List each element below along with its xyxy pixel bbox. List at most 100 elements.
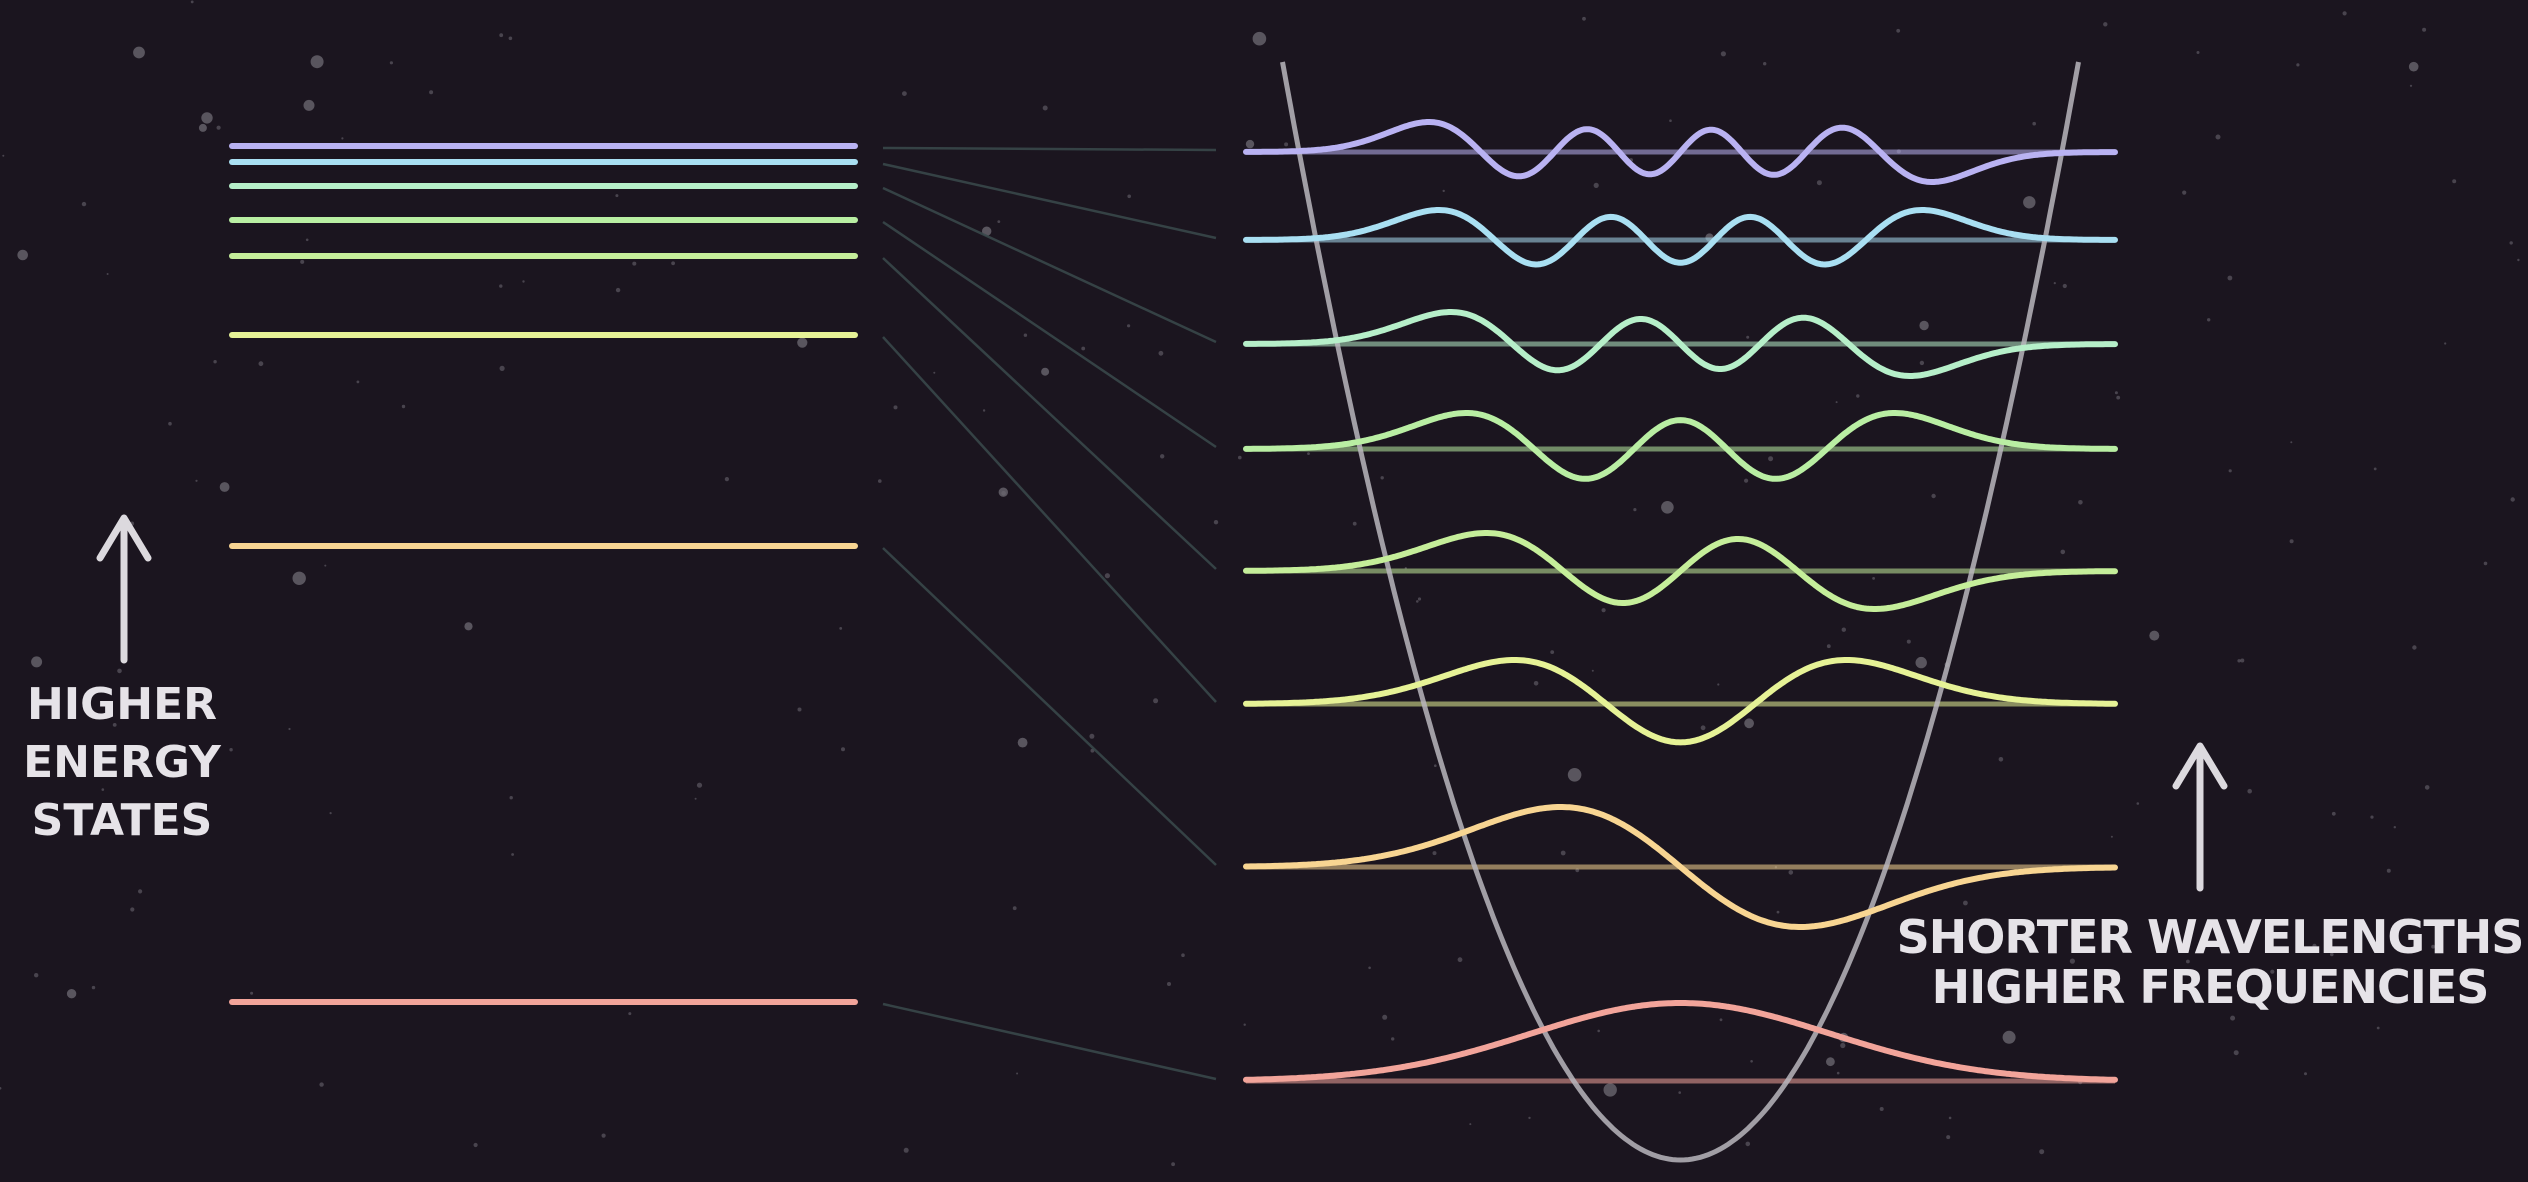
star-dot: [2289, 539, 2294, 544]
star-dot: [1919, 320, 1929, 331]
star-dot: [138, 889, 143, 894]
wavefunction-curve: [1243, 1000, 2118, 1083]
star-dot: [2370, 815, 2374, 819]
star-dot: [288, 727, 291, 731]
star-dot: [1591, 669, 1594, 672]
star-dot: [2409, 84, 2413, 87]
star-dot: [1669, 119, 1672, 122]
star-dot: [2103, 22, 2108, 27]
star-dot: [324, 564, 327, 567]
star-dot: [1768, 456, 1774, 462]
star-dot: [1744, 718, 1754, 729]
star-dot: [696, 782, 703, 788]
star-dot: [1872, 577, 1875, 580]
star-dot: [893, 405, 898, 410]
star-dot: [2247, 788, 2252, 794]
star-dot: [216, 125, 221, 130]
star-dot: [878, 479, 882, 483]
star-dot: [130, 907, 135, 912]
star-dot: [1352, 521, 1357, 526]
star-dot: [66, 989, 77, 999]
star-dot: [1826, 644, 1831, 649]
star-dot: [1012, 906, 1017, 911]
star-dot: [2376, 1026, 2380, 1030]
star-dot: [133, 46, 145, 59]
star-dot: [198, 123, 207, 132]
star-dot: [1919, 360, 1925, 366]
star-dot: [499, 365, 505, 371]
star-dot: [2237, 659, 2241, 663]
star-dot: [1788, 870, 1794, 875]
star-dot: [1550, 650, 1555, 654]
star-dot: [1601, 608, 1606, 613]
star-dot: [997, 220, 1001, 224]
star-dot: [1171, 1162, 1175, 1167]
star-dot: [213, 360, 217, 364]
star-dot: [2393, 826, 2396, 829]
star-dot: [2240, 658, 2245, 663]
up-arrow-icon: [96, 514, 152, 664]
star-dot: [1593, 182, 1599, 188]
star-dot: [1700, 725, 1706, 731]
star-dot: [499, 33, 504, 38]
star-dot: [2182, 190, 2187, 195]
star-dot: [1998, 757, 2004, 762]
star-dot: [522, 280, 525, 283]
star-dot: [1016, 1072, 1019, 1075]
level-connectors: [882, 146, 1217, 1081]
star-dot: [1023, 333, 1028, 337]
star-dot: [508, 36, 513, 41]
star-dot: [2078, 500, 2083, 505]
star-dot: [168, 421, 172, 426]
star-dot: [1382, 1014, 1388, 1020]
star-dot: [1181, 953, 1185, 957]
star-dot: [839, 627, 843, 630]
star-dot: [2509, 241, 2513, 245]
star-dot: [982, 409, 986, 412]
star-dot: [1213, 520, 1219, 525]
star-dot: [2116, 395, 2121, 400]
star-dot: [1633, 508, 1637, 512]
star-dot: [1603, 1083, 1617, 1097]
star-dot: [1963, 900, 1968, 906]
star-dot: [1836, 1071, 1840, 1075]
star-dot: [2136, 802, 2140, 805]
star-dot: [1089, 733, 1095, 739]
star-dot: [1081, 346, 1086, 351]
star-dot: [1661, 501, 1674, 514]
star-dot: [2422, 27, 2427, 32]
star-dot: [34, 973, 39, 978]
star-dot: [2032, 121, 2036, 126]
star-dot: [1284, 142, 1289, 147]
star-dot: [201, 112, 213, 124]
wavefunction-curve: [1243, 410, 2118, 482]
shorter-wavelengths-label: SHORTER WAVELENGTHS HIGHER FREQUENCIES: [1896, 910, 2525, 1014]
star-dot: [250, 991, 254, 995]
star-dot: [1720, 51, 1726, 57]
star-dot: [2373, 467, 2377, 471]
star-dot: [2114, 391, 2118, 395]
star-dot: [1567, 768, 1582, 782]
star-dot: [841, 747, 845, 752]
star-dot: [1750, 1060, 1753, 1063]
star-dot: [2039, 1149, 2045, 1155]
star-dot: [2290, 441, 2293, 444]
star-dot: [31, 656, 43, 668]
star-dot: [1238, 455, 1242, 460]
star-dot: [933, 371, 936, 374]
star-dot: [615, 194, 619, 198]
star-dot: [511, 853, 514, 856]
star-dot: [1931, 493, 1936, 499]
star-dot: [2342, 11, 2347, 16]
star-dot: [1835, 401, 1838, 404]
star-dot: [902, 91, 907, 96]
star-dot: [258, 361, 264, 367]
star-dot: [1896, 28, 1901, 33]
star-dot: [1307, 452, 1310, 455]
star-dot: [1245, 139, 1255, 149]
star-dot: [17, 249, 29, 261]
star-dot: [694, 797, 697, 800]
star-dot: [1560, 850, 1566, 856]
star-dot: [1153, 698, 1159, 704]
star-dot: [1915, 656, 1927, 669]
